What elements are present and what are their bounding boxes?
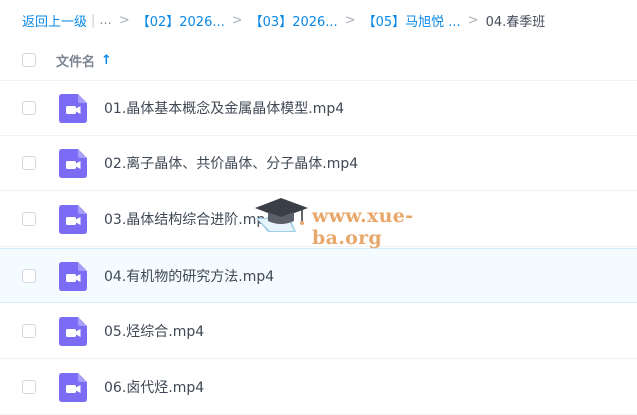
file-name[interactable]: 02.离子晶体、共价晶体、分子晶体.mp4 — [104, 153, 358, 173]
file-list-header: 文件名 ↑ — [0, 40, 637, 81]
row-checkbox[interactable] — [22, 380, 36, 394]
file-name[interactable]: 04.有机物的研究方法.mp4 — [104, 266, 274, 286]
breadcrumb-item-1[interactable]: 【02】2026... — [137, 11, 225, 30]
breadcrumb-item-3[interactable]: 【05】马旭悦 ... — [363, 11, 461, 30]
file-name[interactable]: 01.晶体基本概念及金属晶体模型.mp4 — [104, 98, 344, 118]
file-row[interactable]: 05.烃综合.mp4 — [0, 304, 637, 359]
select-all-checkbox[interactable] — [22, 53, 36, 67]
breadcrumb-separator: > — [118, 12, 130, 28]
row-checkbox[interactable] — [22, 324, 36, 338]
breadcrumb-separator: > — [231, 12, 243, 28]
sort-by-name[interactable]: 文件名 ↑ — [56, 51, 112, 70]
file-row[interactable]: 06.卤代烃.mp4 — [0, 360, 637, 415]
video-file-icon — [59, 205, 87, 234]
file-row[interactable]: 03.晶体结构综合进阶.mp4 — [0, 192, 637, 247]
video-file-icon — [59, 94, 87, 123]
video-file-icon — [59, 262, 87, 291]
video-file-icon — [59, 149, 87, 178]
file-row[interactable]: 01.晶体基本概念及金属晶体模型.mp4 — [0, 81, 637, 136]
breadcrumb: 返回上一级 | ... > 【02】2026... > 【03】2026... … — [22, 9, 545, 31]
row-checkbox[interactable] — [22, 269, 36, 283]
file-name[interactable]: 06.卤代烃.mp4 — [104, 377, 204, 397]
row-checkbox[interactable] — [22, 212, 36, 226]
breadcrumb-current: 04.春季班 — [485, 14, 546, 30]
breadcrumb-divider: | — [91, 12, 96, 28]
file-name[interactable]: 05.烃综合.mp4 — [104, 321, 204, 341]
file-row[interactable]: 02.离子晶体、共价晶体、分子晶体.mp4 — [0, 136, 637, 191]
row-checkbox[interactable] — [22, 101, 36, 115]
breadcrumb-separator: > — [344, 12, 356, 28]
breadcrumb-item-2[interactable]: 【03】2026... — [250, 11, 338, 30]
video-file-icon — [59, 373, 87, 402]
row-checkbox[interactable] — [22, 156, 36, 170]
column-title: 文件名 — [56, 54, 96, 70]
video-file-icon — [59, 317, 87, 346]
breadcrumb-separator: > — [467, 12, 479, 28]
breadcrumb-ellipsis[interactable]: ... — [99, 13, 111, 28]
file-row[interactable]: 04.有机物的研究方法.mp4 — [0, 248, 637, 303]
back-link[interactable]: 返回上一级 — [22, 11, 87, 30]
sort-arrow-icon: ↑ — [101, 52, 112, 68]
file-name[interactable]: 03.晶体结构综合进阶.mp4 — [104, 209, 274, 229]
